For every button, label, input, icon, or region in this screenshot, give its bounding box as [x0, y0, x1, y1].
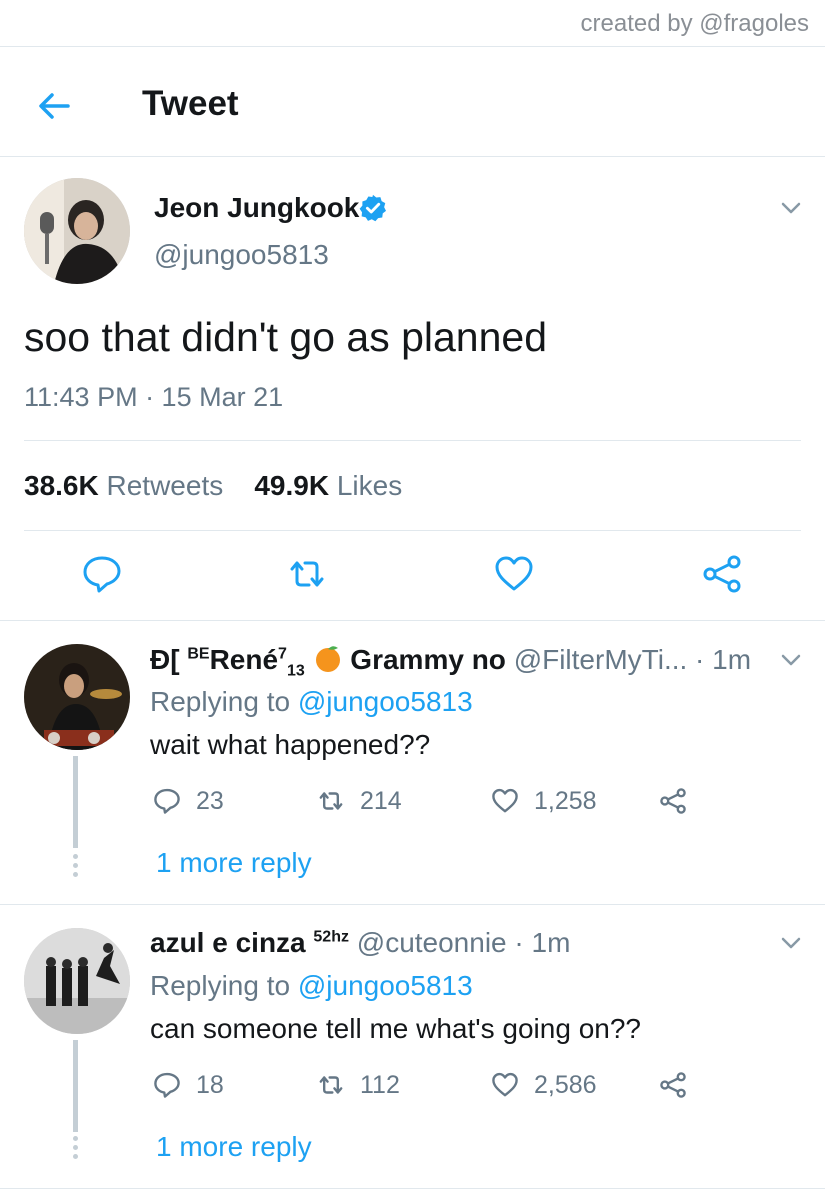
reply-retweet-action[interactable]: 214: [316, 786, 402, 816]
header-divider: [0, 156, 825, 157]
like-heart-icon: [492, 788, 518, 813]
reply-comment-action[interactable]: 18: [152, 1070, 224, 1100]
top-divider: [0, 46, 825, 47]
actions-divider: [0, 620, 825, 621]
reply-text: wait what happened??: [150, 729, 431, 760]
reply-icon[interactable]: [80, 552, 124, 596]
author-handle[interactable]: @jungoo5813: [154, 239, 329, 271]
thread-line: [73, 756, 78, 848]
thread-dots: [71, 854, 80, 881]
likes-label: Likes: [336, 470, 403, 501]
reply-count: 18: [196, 1070, 224, 1099]
reply-avatar[interactable]: [24, 928, 130, 1034]
reply-author-name[interactable]: Ɖ[ BERené713 Grammy no: [150, 644, 506, 680]
retweet-icon: [319, 1076, 343, 1094]
likes-stat[interactable]: 49.9K Likes: [254, 470, 402, 501]
page-title: Tweet: [142, 84, 239, 123]
like-heart-icon[interactable]: [492, 552, 536, 596]
reply-share-action[interactable]: [658, 1070, 702, 1100]
stats-divider-bottom: [24, 530, 801, 531]
retweets-label: Retweets: [106, 470, 224, 501]
retweet-count: 214: [360, 786, 402, 815]
dc-logo-icon: Ɖ[: [150, 644, 180, 675]
name-suffix: Grammy no: [350, 644, 506, 675]
name-sup: 7: [278, 645, 287, 663]
name-main: René: [209, 644, 279, 675]
reply-share-action[interactable]: [658, 786, 702, 816]
chevron-down-icon[interactable]: [778, 195, 804, 221]
share-icon[interactable]: [700, 552, 744, 596]
orange-emoji-icon: [315, 646, 340, 672]
like-heart-icon: [492, 1072, 518, 1097]
name-main: azul e cinza: [150, 927, 306, 958]
reply-handle-time[interactable]: @cuteonnie · 1m: [357, 927, 571, 958]
reply-comment-action[interactable]: 23: [152, 786, 224, 816]
replying-handle-link[interactable]: @jungoo5813: [298, 970, 473, 1001]
reply-icon: [154, 788, 180, 814]
reply-divider: [0, 1188, 825, 1189]
reply-handle-time[interactable]: @FilterMyTi... · 1m: [514, 644, 751, 675]
share-icon: [660, 788, 686, 814]
retweet-icon: [319, 792, 343, 810]
reply-retweet-action[interactable]: 112: [316, 1070, 400, 1100]
author-avatar[interactable]: [24, 178, 130, 284]
share-icon: [660, 1072, 686, 1098]
thread-dots: [71, 1136, 80, 1163]
reply-icon: [154, 1072, 180, 1098]
tweet-timestamp: 11:43 PM · 15 Mar 21: [24, 382, 284, 412]
reply-text: can someone tell me what's going on??: [150, 1013, 641, 1044]
like-count: 2,586: [534, 1070, 597, 1099]
retweet-count: 112: [360, 1070, 400, 1099]
likes-count: 49.9K: [254, 470, 330, 501]
reply-author-name[interactable]: azul e cinza 52hz: [150, 927, 349, 958]
verified-badge-icon: [359, 194, 386, 222]
replying-handle-link[interactable]: @jungoo5813: [298, 686, 473, 717]
reply-count: 23: [196, 786, 224, 815]
name-prefix: BE: [187, 645, 210, 663]
tweet-text: soo that didn't go as planned: [24, 314, 548, 360]
name-sub: 13: [286, 662, 305, 680]
thread-line: [73, 1040, 78, 1132]
reply-like-action[interactable]: 1,258: [490, 786, 597, 816]
reply-like-action[interactable]: 2,586: [490, 1070, 597, 1100]
more-replies-link[interactable]: 1 more reply: [156, 1131, 312, 1163]
chevron-down-icon[interactable]: [778, 930, 804, 956]
reply-header: Ɖ[ BERené713 Grammy no @FilterMyTi... · …: [150, 643, 751, 681]
reply-avatar[interactable]: [24, 644, 130, 750]
retweets-count: 38.6K: [24, 470, 99, 501]
reply-header: azul e cinza 52hz @cuteonnie · 1m: [150, 927, 570, 959]
reply-divider: [0, 904, 825, 905]
replying-prefix: Replying to: [150, 686, 291, 717]
replying-prefix: Replying to: [150, 970, 291, 1001]
chevron-down-icon[interactable]: [778, 647, 804, 673]
creator-credit: created by @fragoles: [580, 10, 809, 37]
tweet-stats: 38.6K Retweets 49.9K Likes: [24, 470, 402, 502]
replying-to: Replying to @jungoo5813: [150, 686, 473, 718]
back-arrow-icon[interactable]: [30, 82, 78, 130]
replying-to: Replying to @jungoo5813: [150, 970, 473, 1002]
author-name[interactable]: Jeon Jungkook: [154, 192, 359, 224]
name-sup: 52hz: [313, 928, 349, 946]
more-replies-link[interactable]: 1 more reply: [156, 847, 312, 879]
stats-divider-top: [24, 440, 801, 441]
retweets-stat[interactable]: 38.6K Retweets: [24, 470, 223, 501]
retweet-icon[interactable]: [285, 552, 329, 596]
like-count: 1,258: [534, 786, 597, 815]
